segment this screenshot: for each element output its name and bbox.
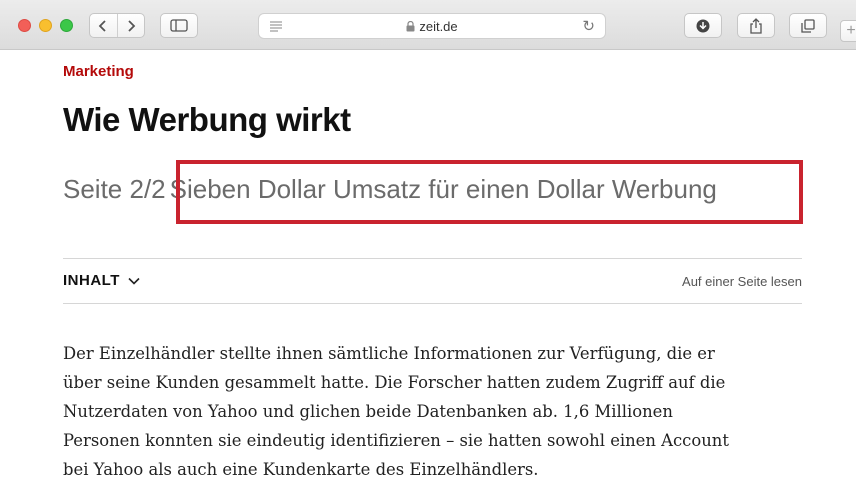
zoom-window-button[interactable] [60,19,73,32]
tabs-icon [801,18,815,33]
download-icon [696,19,710,32]
minimize-window-button[interactable] [39,19,52,32]
body-line: über seine Kunden gesammelt hatte. Die F… [63,373,726,392]
chevron-right-icon [128,19,136,32]
page-content: Marketing Wie Werbung wirkt Seite 2/2 Sie… [0,51,856,497]
sidebar-toggle-button[interactable] [160,13,198,38]
plus-icon: + [846,22,856,39]
new-tab-button[interactable]: + [840,20,856,42]
back-button[interactable] [90,14,117,37]
divider [63,303,802,304]
article-title: Wie Werbung wirkt [63,101,351,138]
body-line: Personen konnten sie eindeutig identifiz… [63,431,729,450]
article-kicker[interactable]: Marketing [63,63,134,80]
chevron-left-icon [99,19,107,32]
single-page-link[interactable]: Auf einer Seite lesen [682,274,802,289]
share-button[interactable] [737,13,775,38]
downloads-button[interactable] [684,13,722,38]
close-window-button[interactable] [18,19,31,32]
reload-icon[interactable]: ↻ [582,17,595,35]
sidebar-icon [170,19,188,32]
body-line: bei Yahoo als auch eine Kundenkarte des … [63,460,539,479]
chevron-down-icon [128,277,140,285]
highlight-box [176,160,803,224]
page-indicator: Seite 2/2 [63,174,166,204]
tab-overview-button[interactable] [789,13,827,38]
address-bar[interactable]: zeit.de ↻ [258,13,606,39]
body-line: Nutzerdaten von Yahoo und glichen beide … [63,402,673,421]
article-body: Der Einzelhändler stellte ihnen sämtlich… [63,339,813,484]
forward-button[interactable] [116,14,144,37]
divider [63,258,802,259]
lock-icon [406,20,415,31]
body-line: Der Einzelhändler stellte ihnen sämtlich… [63,344,715,363]
url-text: zeit.de [419,18,458,34]
browser-toolbar: zeit.de ↻ + [0,0,856,50]
reader-view-icon[interactable] [269,20,283,32]
share-icon [750,17,762,34]
toc-label: INHALT [63,272,120,289]
navigation-buttons [89,13,145,38]
toc-toggle[interactable]: INHALT [63,272,140,289]
url-display: zeit.de [406,18,458,34]
